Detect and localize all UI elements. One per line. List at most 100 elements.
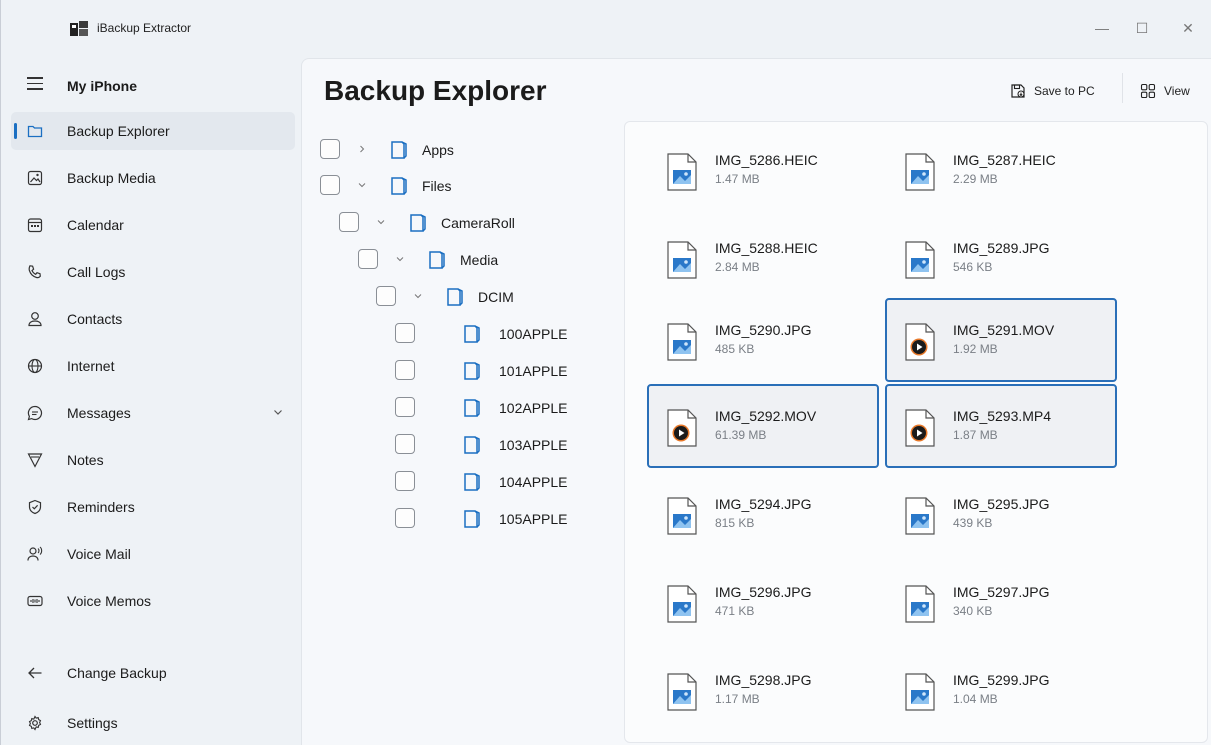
- tree-checkbox[interactable]: [320, 175, 340, 195]
- tree-node-label: CameraRoll: [441, 215, 515, 231]
- file-size: 471 KB: [715, 604, 755, 618]
- folder-icon: [391, 141, 407, 159]
- reminder-icon: [28, 499, 42, 515]
- file-card-image[interactable]: IMG_5290.JPG 485 KB: [647, 298, 879, 382]
- file-card-video[interactable]: IMG_5293.MP4 1.87 MB: [885, 384, 1117, 468]
- sidebar-item-notes[interactable]: Notes: [11, 441, 295, 479]
- tree-checkbox[interactable]: [339, 212, 359, 232]
- page-title: Backup Explorer: [324, 75, 547, 106]
- maximize-button[interactable]: ☐: [1127, 16, 1157, 40]
- folder-icon: [27, 125, 43, 138]
- tree-node-label: 101APPLE: [499, 363, 568, 379]
- file-card-video[interactable]: IMG_5292.MOV 61.39 MB: [647, 384, 879, 468]
- folder-icon: [447, 288, 463, 306]
- tree-node-media[interactable]: Media: [358, 247, 558, 271]
- sidebar-item-label: Backup Media: [67, 170, 156, 186]
- file-card-image[interactable]: IMG_5297.JPG 340 KB: [885, 560, 1117, 644]
- chevron-down-icon[interactable]: [414, 292, 422, 300]
- tree-checkbox[interactable]: [395, 471, 415, 491]
- tree-node-102apple[interactable]: 102APPLE: [395, 395, 595, 419]
- tree-node-label: Media: [460, 252, 499, 268]
- tree-node-cameraroll[interactable]: CameraRoll: [339, 210, 559, 234]
- file-card-image[interactable]: IMG_5288.HEIC 2.84 MB: [647, 216, 879, 300]
- sidebar-item-voice-mail[interactable]: Voice Mail: [11, 535, 295, 573]
- tree-checkbox[interactable]: [395, 508, 415, 528]
- file-size: 2.29 MB: [953, 172, 998, 186]
- tree-node-label: 100APPLE: [499, 326, 568, 342]
- folder-icon: [464, 436, 480, 454]
- file-card-video[interactable]: IMG_5291.MOV 1.92 MB: [885, 298, 1117, 382]
- sidebar-item-contacts[interactable]: Contacts: [11, 300, 295, 338]
- image-file-icon: [667, 323, 697, 361]
- video-file-icon: [905, 323, 935, 361]
- tree-checkbox[interactable]: [395, 397, 415, 417]
- minimize-button[interactable]: —: [1087, 16, 1117, 40]
- tree-node-label: Files: [422, 178, 452, 194]
- hamburger-menu-icon[interactable]: [27, 77, 43, 90]
- tree-node-104apple[interactable]: 104APPLE: [395, 469, 595, 493]
- chevron-down-icon[interactable]: [396, 255, 404, 263]
- person-icon: [28, 312, 42, 327]
- folder-icon: [391, 177, 407, 195]
- tree-checkbox[interactable]: [358, 249, 378, 269]
- tree-node-label: DCIM: [478, 289, 514, 305]
- image-file-icon: [905, 585, 935, 623]
- sidebar-item-messages[interactable]: Messages: [11, 394, 295, 432]
- settings-label: Settings: [67, 715, 118, 731]
- file-card-image[interactable]: IMG_5294.JPG 815 KB: [647, 472, 879, 556]
- tree-node-label: 102APPLE: [499, 400, 568, 416]
- file-size: 439 KB: [953, 516, 993, 530]
- file-card-image[interactable]: IMG_5296.JPG 471 KB: [647, 560, 879, 644]
- file-name: IMG_5294.JPG: [715, 496, 812, 512]
- tree-node-100apple[interactable]: 100APPLE: [395, 321, 595, 345]
- file-card-image[interactable]: IMG_5298.JPG 1.17 MB: [647, 648, 879, 732]
- sidebar-item-call-logs[interactable]: Call Logs: [11, 253, 295, 291]
- app-window: iBackup Extractor — ☐ ✕ My iPhone Backup…: [0, 0, 1211, 745]
- close-button[interactable]: ✕: [1173, 16, 1203, 40]
- sidebar-item-label: Backup Explorer: [67, 123, 170, 139]
- file-card-image[interactable]: IMG_5295.JPG 439 KB: [885, 472, 1117, 556]
- image-file-icon: [667, 241, 697, 279]
- tree-node-files[interactable]: Files: [320, 173, 520, 197]
- app-logo-icon: [70, 21, 88, 36]
- view-button[interactable]: View: [1140, 79, 1190, 103]
- tree-node-105apple[interactable]: 105APPLE: [395, 506, 595, 530]
- chevron-right-icon[interactable]: [358, 145, 366, 153]
- tree-checkbox[interactable]: [376, 286, 396, 306]
- change-backup-button[interactable]: Change Backup: [11, 654, 295, 692]
- tree-checkbox[interactable]: [395, 323, 415, 343]
- image-icon: [27, 170, 43, 186]
- device-header[interactable]: My iPhone: [1, 70, 301, 102]
- tree-node-103apple[interactable]: 103APPLE: [395, 432, 595, 456]
- sidebar-item-voice-memos[interactable]: Voice Memos: [11, 582, 295, 620]
- settings-button[interactable]: Settings: [11, 704, 295, 742]
- sidebar-item-backup-media[interactable]: Backup Media: [11, 159, 295, 197]
- tree-checkbox[interactable]: [320, 139, 340, 159]
- save-to-pc-button[interactable]: Save to PC: [1010, 79, 1095, 103]
- sidebar-item-reminders[interactable]: Reminders: [11, 488, 295, 526]
- tree-checkbox[interactable]: [395, 360, 415, 380]
- sidebar-item-label: Internet: [67, 358, 115, 374]
- sidebar-item-backup-explorer[interactable]: Backup Explorer: [11, 112, 295, 150]
- calendar-icon: [27, 218, 43, 233]
- tree-node-dcim[interactable]: DCIM: [376, 284, 576, 308]
- tree-node-apps[interactable]: Apps: [320, 137, 520, 161]
- tree-node-101apple[interactable]: 101APPLE: [395, 358, 595, 382]
- chat-icon: [27, 405, 43, 421]
- voicemail-icon: [27, 546, 43, 561]
- tree-checkbox[interactable]: [395, 434, 415, 454]
- file-name: IMG_5293.MP4: [953, 408, 1052, 424]
- chevron-down-icon[interactable]: [358, 181, 366, 189]
- image-file-icon: [905, 241, 935, 279]
- chevron-down-icon[interactable]: [273, 407, 283, 417]
- file-card-image[interactable]: IMG_5286.HEIC 1.47 MB: [647, 128, 879, 212]
- chevron-down-icon[interactable]: [377, 218, 385, 226]
- file-card-image[interactable]: IMG_5299.JPG 1.04 MB: [885, 648, 1117, 732]
- active-indicator: [14, 123, 17, 139]
- sidebar-item-internet[interactable]: Internet: [11, 347, 295, 385]
- file-card-image[interactable]: IMG_5287.HEIC 2.29 MB: [885, 128, 1117, 212]
- save-icon: [1011, 84, 1025, 98]
- toolbar-divider: [1122, 73, 1123, 103]
- file-card-image[interactable]: IMG_5289.JPG 546 KB: [885, 216, 1117, 300]
- sidebar-item-calendar[interactable]: Calendar: [11, 206, 295, 244]
